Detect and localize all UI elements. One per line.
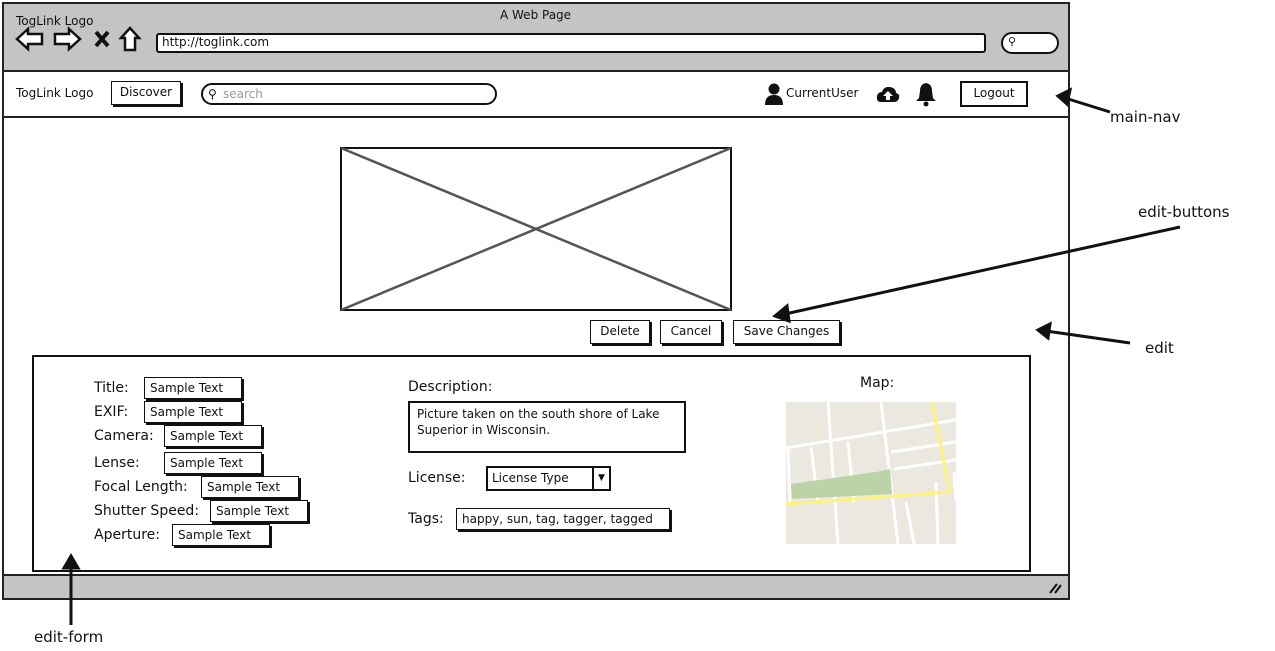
annotation-main-nav: main-nav — [1110, 108, 1181, 126]
annotation-edit: edit — [1145, 339, 1174, 357]
annotation-edit-buttons: edit-buttons — [1138, 203, 1230, 221]
annotation-edit-form: edit-form — [34, 628, 104, 646]
annotation-arrows — [61, 87, 1181, 625]
